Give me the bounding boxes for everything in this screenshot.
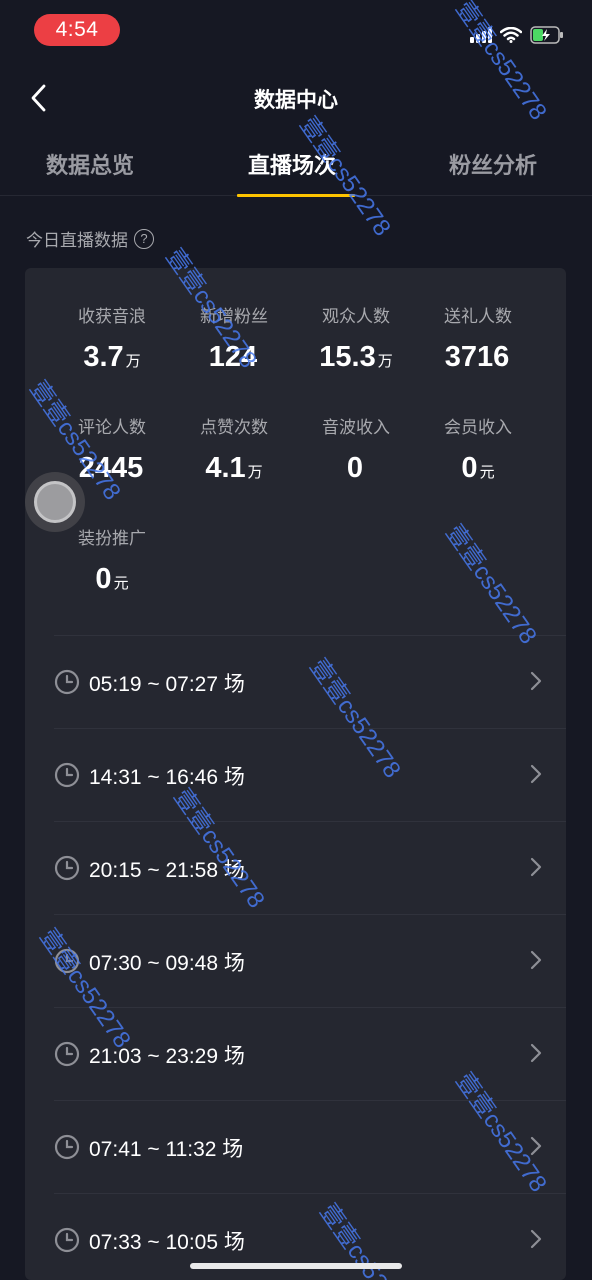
stat-value: 0元: [95, 563, 129, 595]
stat-label: 音波收入: [322, 418, 390, 438]
stat-gifts-received: 收获音浪 3.7 万: [52, 302, 172, 374]
session-time-range: 07:33 ~ 10:05 场: [89, 1231, 245, 1254]
session-time-range: 20:15 ~ 21:58 场: [89, 859, 245, 882]
stat-label: 送礼人数: [444, 307, 512, 327]
assistive-touch-button[interactable]: [25, 472, 85, 532]
stat-label: 新增粉丝: [200, 307, 268, 327]
chevron-right-icon: [530, 857, 542, 877]
chevron-right-icon: [530, 1136, 542, 1156]
session-time-range: 07:41 ~ 11:32 场: [89, 1138, 244, 1161]
help-icon[interactable]: ?: [134, 228, 154, 249]
session-item[interactable]: 21:03 ~ 23:29 场: [25, 1008, 566, 1101]
battery-charging-icon: [530, 26, 563, 44]
clock-icon: [54, 762, 80, 788]
status-time: 4:54: [34, 14, 120, 46]
stat-member-income: 会员收入 0元: [418, 413, 538, 485]
stat-commenters: 评论人数 2445: [52, 413, 172, 485]
nav-bar: 数据中心: [0, 70, 592, 126]
stat-label: 点赞次数: [200, 418, 268, 438]
session-time-range: 14:31 ~ 16:46 场: [89, 766, 245, 789]
session-item[interactable]: 07:41 ~ 11:32 场: [25, 1101, 566, 1194]
stat-dress-promotion: 装扮推广 0元: [52, 524, 172, 596]
session-item[interactable]: 20:15 ~ 21:58 场: [25, 822, 566, 915]
tab-overview[interactable]: 数据总览: [46, 148, 134, 180]
stat-likes: 点赞次数 4.1 万: [174, 413, 294, 485]
stat-gift-senders: 送礼人数 3716: [418, 302, 538, 374]
stat-value: 3716: [444, 341, 510, 373]
clock-icon: [54, 669, 80, 695]
clock-icon: [54, 948, 80, 974]
stat-value: 0元: [461, 452, 495, 484]
status-icons: [470, 24, 564, 46]
assistive-touch-dot: [34, 481, 76, 523]
session-time-range: 07:30 ~ 09:48 场: [89, 952, 245, 975]
stat-viewers: 观众人数 15.3 万: [296, 302, 416, 374]
section-header: 今日直播数据 ?: [26, 226, 154, 251]
section-title: 今日直播数据: [26, 231, 128, 251]
stat-soundwave-income: 音波收入 0: [296, 413, 416, 485]
page-title: 数据中心: [254, 88, 338, 112]
stat-label: 收获音浪: [78, 307, 146, 327]
status-bar: 4:54: [0, 0, 592, 62]
cellular-signal-icon: [470, 27, 492, 43]
chevron-right-icon: [530, 764, 542, 784]
chevron-right-icon: [530, 671, 542, 691]
active-tab-indicator: [237, 194, 355, 197]
chevron-right-icon: [530, 1043, 542, 1063]
stats-card: 收获音浪 3.7 万 新增粉丝 124 观众人数 15.3 万 送礼人数 3716 …: [25, 268, 566, 1280]
wifi-icon: [500, 27, 522, 43]
clock-icon: [54, 1041, 80, 1067]
stat-value: 3.7 万: [83, 341, 141, 373]
clock-icon: [54, 1227, 80, 1253]
stat-value: 4.1 万: [205, 452, 263, 484]
session-item[interactable]: 05:19 ~ 07:27 场: [25, 636, 566, 729]
tab-fan-analysis[interactable]: 粉丝分析: [449, 148, 537, 180]
chevron-right-icon: [530, 1229, 542, 1249]
chevron-right-icon: [530, 950, 542, 970]
stat-label: 观众人数: [322, 307, 390, 327]
stat-label: 评论人数: [78, 418, 146, 438]
stat-new-fans: 新增粉丝 124: [174, 302, 294, 374]
tab-bar: 数据总览 直播场次 粉丝分析: [0, 136, 592, 197]
stat-value: 124: [208, 341, 258, 373]
tab-live-sessions[interactable]: 直播场次: [248, 148, 336, 180]
stat-value: 0: [346, 452, 364, 484]
session-time-range: 21:03 ~ 23:29 场: [89, 1045, 245, 1068]
home-indicator[interactable]: [190, 1263, 402, 1269]
session-item[interactable]: 14:31 ~ 16:46 场: [25, 729, 566, 822]
session-time-range: 05:19 ~ 07:27 场: [89, 673, 245, 696]
stat-value: 15.3 万: [319, 341, 393, 373]
clock-icon: [54, 855, 80, 881]
clock-icon: [54, 1134, 80, 1160]
session-item[interactable]: 07:30 ~ 09:48 场: [25, 915, 566, 1008]
stat-label: 会员收入: [444, 418, 512, 438]
